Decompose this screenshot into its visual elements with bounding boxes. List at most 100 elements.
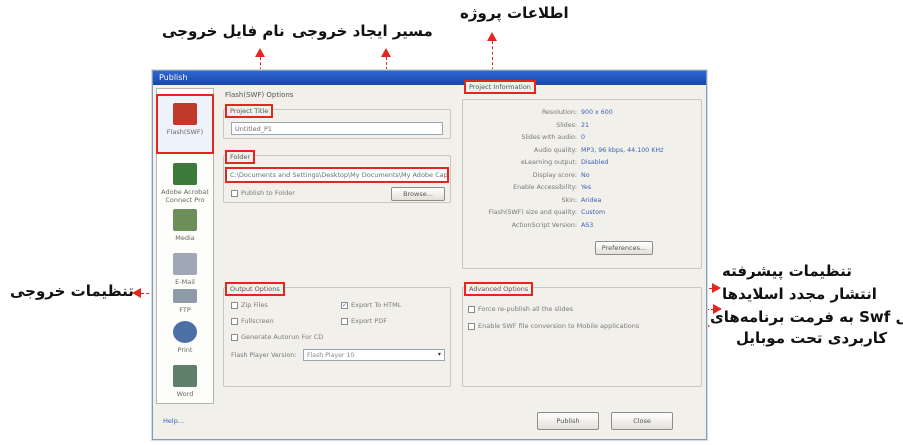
project-info-row: Flash(SWF) size and quality: Custom [467, 209, 699, 219]
zip-files-checkbox[interactable]: Zip Files [231, 301, 268, 309]
fullscreen-checkbox[interactable]: Fullscreen [231, 317, 274, 325]
project-info-key: Audio quality: [533, 146, 577, 154]
project-info-key: Slides with audio: [521, 134, 577, 141]
project-title-input[interactable]: Untitled_P1 [231, 122, 443, 135]
arrow-output-path [381, 48, 391, 57]
project-info-key: Flash(SWF) size and quality: [488, 209, 577, 216]
sidebar-label: Print [177, 346, 193, 354]
arrow-output-settings [132, 288, 141, 298]
browse-button[interactable]: Browse... [391, 187, 445, 201]
project-info-row: Resolution: 900 x 600 [467, 109, 699, 119]
left-panel-title: Flash(SWF) Options [225, 91, 294, 99]
publish-dialog: Publish Flash(SWF) Adobe Acrobat Connect… [152, 70, 707, 440]
checkbox-box [231, 301, 238, 309]
right-panel-title: Project Information [464, 80, 536, 94]
checkbox-box [341, 317, 348, 325]
help-link[interactable]: Help... [163, 417, 184, 425]
force-republish-checkbox[interactable]: Force re-publish all the slides [468, 305, 573, 313]
annotation-output-path: مسیر ایجاد خروجی [292, 22, 433, 40]
autorun-checkbox[interactable]: Generate Autorun For CD [231, 333, 323, 341]
checkbox-label: Zip Files [241, 301, 268, 309]
project-info-value: 21 [581, 121, 590, 129]
project-info-key: Enable Accessibility: [513, 184, 577, 191]
chevron-down-icon: ▾ [437, 351, 441, 358]
project-info-key: Display score: [532, 171, 577, 179]
publish-to-folder-checkbox[interactable]: Publish to Folder [231, 189, 295, 197]
checkbox-label: Enable SWF file conversion to Mobile app… [478, 322, 640, 330]
media-icon [173, 209, 197, 231]
project-info-value: Custom [581, 209, 606, 216]
export-html-checkbox[interactable]: ✓ Export To HTML [341, 301, 401, 309]
checkbox-label: Force re-publish all the slides [478, 305, 573, 313]
annotation-swf-convert-2: کاربردی تحت موبایل [736, 329, 888, 347]
dialog-title: Publish [153, 71, 706, 85]
sidebar-item-flash-swf[interactable]: Flash(SWF) [156, 94, 214, 154]
flash-player-label: Flash Player Version: [231, 352, 297, 359]
sidebar-label: Flash(SWF) [166, 128, 204, 136]
project-info-value: 0 [581, 134, 586, 141]
arrow-project-info [487, 32, 497, 41]
project-info-value: Disabled [581, 159, 609, 166]
checkbox-label: Publish to Folder [241, 189, 295, 197]
annotation-advanced-settings: تنظیمات پیشرفته [722, 262, 852, 280]
arrow-output-filename [255, 48, 265, 57]
sidebar-item-ftp[interactable]: FTP [157, 289, 213, 314]
project-info-key: Skin: [561, 196, 577, 204]
sidebar-item-print[interactable]: Print [157, 321, 213, 354]
checkbox-box [231, 317, 238, 325]
publish-sidebar: Flash(SWF) Adobe Acrobat Connect Pro Med… [156, 88, 214, 404]
advanced-options-title: Advanced Options [464, 282, 534, 296]
checkbox-box [231, 189, 238, 197]
publish-button[interactable]: Publish [537, 412, 599, 430]
word-icon [173, 365, 197, 387]
preferences-button[interactable]: Preferences... [595, 241, 653, 255]
sidebar-label: Adobe Acrobat Connect Pro [161, 188, 209, 204]
project-info-key: ActionScript Version: [511, 221, 577, 229]
sidebar-item-word[interactable]: Word [157, 365, 213, 398]
sidebar-item-email[interactable]: E-Mail [157, 253, 213, 286]
arrow-advanced [712, 283, 721, 293]
project-info-row: Skin: Aridea [467, 197, 699, 207]
checkmark-icon: ✓ [341, 301, 348, 309]
checkbox-label: Export PDF [351, 317, 388, 325]
arrow-republish [713, 304, 722, 314]
flash-player-value: Flash Player 10 [307, 352, 355, 359]
project-info-row: Audio quality: MP3, 96 kbps, 44.100 KHz [467, 147, 699, 157]
project-info-key: Resolution: [541, 109, 577, 116]
checkbox-label: Export To HTML [351, 301, 402, 309]
project-info-row: ActionScript Version: AS3 [467, 222, 699, 232]
project-info-key: eLearning output: [520, 159, 577, 166]
folder-path-input[interactable]: C:\Documents and Settings\Desktop\My Doc… [225, 167, 449, 183]
checkbox-label: Fullscreen [241, 317, 274, 325]
project-info-row: Slides: 21 [467, 122, 699, 132]
annotation-project-info: اطلاعات پروژه [460, 4, 569, 22]
sidebar-label: FTP [179, 306, 191, 314]
enable-swf-mobile-checkbox[interactable]: Enable SWF file conversion to Mobile app… [468, 322, 639, 330]
sidebar-item-acrobat-connect[interactable]: Adobe Acrobat Connect Pro [157, 163, 213, 204]
export-pdf-checkbox[interactable]: Export PDF [341, 317, 387, 325]
print-icon [173, 321, 197, 343]
project-info-row: Slides with audio: 0 [467, 134, 699, 144]
close-button[interactable]: Close [611, 412, 673, 430]
annotation-output-settings: تنظیمات خروجی [10, 282, 134, 300]
project-info-value: AS3 [581, 221, 594, 229]
checkbox-box [231, 333, 238, 341]
project-info-row: Display score: No [467, 172, 699, 182]
acrobat-connect-icon [173, 163, 197, 185]
annotation-output-filename: نام فایل خروجی [162, 22, 285, 40]
project-info-value: 900 x 600 [581, 109, 613, 116]
flash-player-select[interactable]: Flash Player 10 ▾ [303, 349, 445, 361]
checkbox-box [468, 305, 475, 313]
project-info-row: Enable Accessibility: Yes [467, 184, 699, 194]
advanced-options-group [462, 287, 702, 387]
annotation-republish: انتشار مجدد اسلایدها [722, 285, 877, 303]
sidebar-item-media[interactable]: Media [157, 209, 213, 242]
email-icon [173, 253, 197, 275]
flash-swf-icon [173, 103, 197, 125]
annotation-swf-convert: تبدیل Swf به فرمت برنامه‌های [710, 308, 903, 326]
project-info-value: No [581, 171, 590, 179]
output-options-title: Output Options [225, 282, 285, 296]
project-info-value: MP3, 96 kbps, 44.100 KHz [581, 146, 664, 154]
project-info-row: eLearning output: Disabled [467, 159, 699, 169]
project-info-value: Yes [581, 184, 592, 191]
